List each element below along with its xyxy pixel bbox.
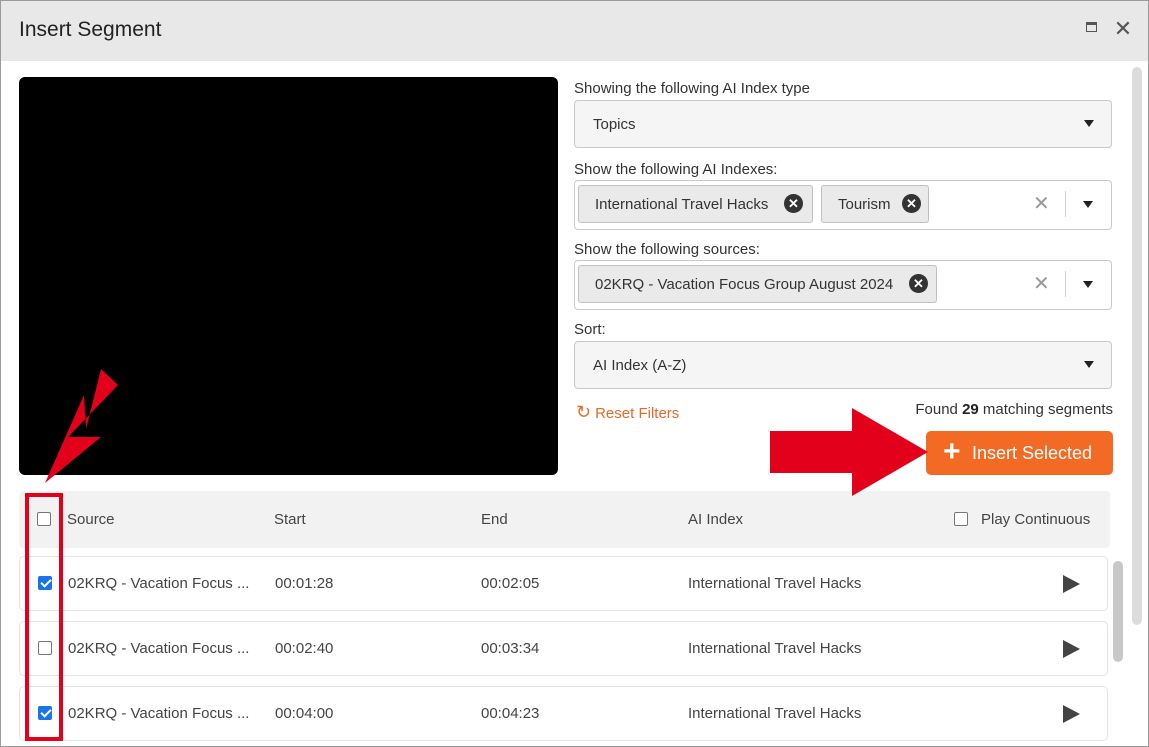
- annotation-arrows: [45, 369, 928, 496]
- annotation-arrow-down-left: [45, 369, 118, 483]
- annotation-arrow-right: [770, 408, 928, 496]
- insert-segment-dialog: Insert Segment ✕ Showing the following A…: [0, 0, 1149, 747]
